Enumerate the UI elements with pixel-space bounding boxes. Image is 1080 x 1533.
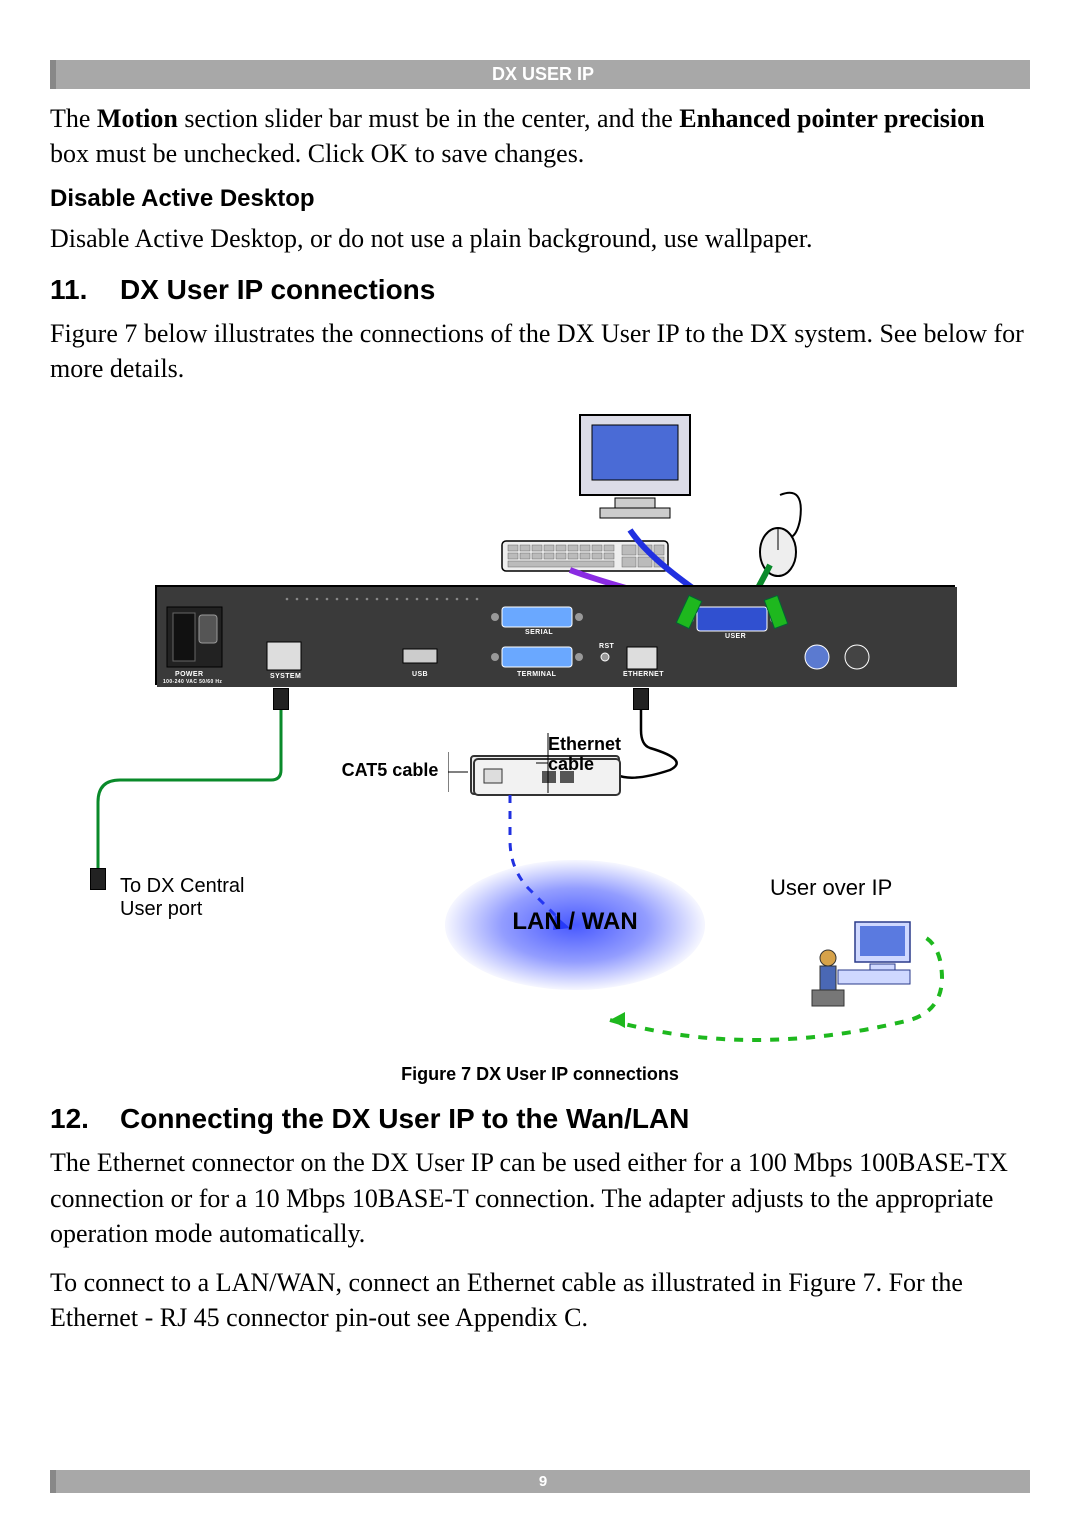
section-12-p2: To connect to a LAN/WAN, connect an Ethe… <box>50 1265 1030 1335</box>
section-12-heading: 12.Connecting the DX User IP to the Wan/… <box>50 1103 1030 1135</box>
intro-bold-epp: Enhanced pointer precision <box>679 104 984 133</box>
disable-text: Disable Active Desktop, or do not use a … <box>50 221 1030 256</box>
section-11-heading: 11.DX User IP connections <box>50 274 1030 306</box>
section-12-p1: The Ethernet connector on the DX User IP… <box>50 1145 1030 1250</box>
section-12-num: 12. <box>50 1103 120 1135</box>
page-header-bar: DX USER IP <box>50 60 1030 89</box>
section-11-text: Figure 7 below illustrates the connectio… <box>50 316 1030 386</box>
section-11-num: 11. <box>50 274 120 306</box>
intro-suffix: box must be unchecked. Click OK to save … <box>50 139 584 168</box>
intro-prefix: The <box>50 104 97 133</box>
section-11-title: DX User IP connections <box>120 274 435 305</box>
disable-heading: Disable Active Desktop <box>50 185 1030 213</box>
intro-mid: section slider bar must be in the center… <box>178 104 679 133</box>
section-12-title: Connecting the DX User IP to the Wan/LAN <box>120 1103 689 1134</box>
intro-bold-motion: Motion <box>97 104 178 133</box>
user-pc-icon <box>810 920 920 1010</box>
figure-diagram: POWER 100-240 VAC 50/60 Hz SYSTEM SERIAL… <box>50 400 1030 1060</box>
intro-paragraph: The Motion section slider bar must be in… <box>50 101 1030 171</box>
page-footer-bar: 9 <box>50 1470 1030 1493</box>
figure-caption: Figure 7 DX User IP connections <box>50 1064 1030 1085</box>
